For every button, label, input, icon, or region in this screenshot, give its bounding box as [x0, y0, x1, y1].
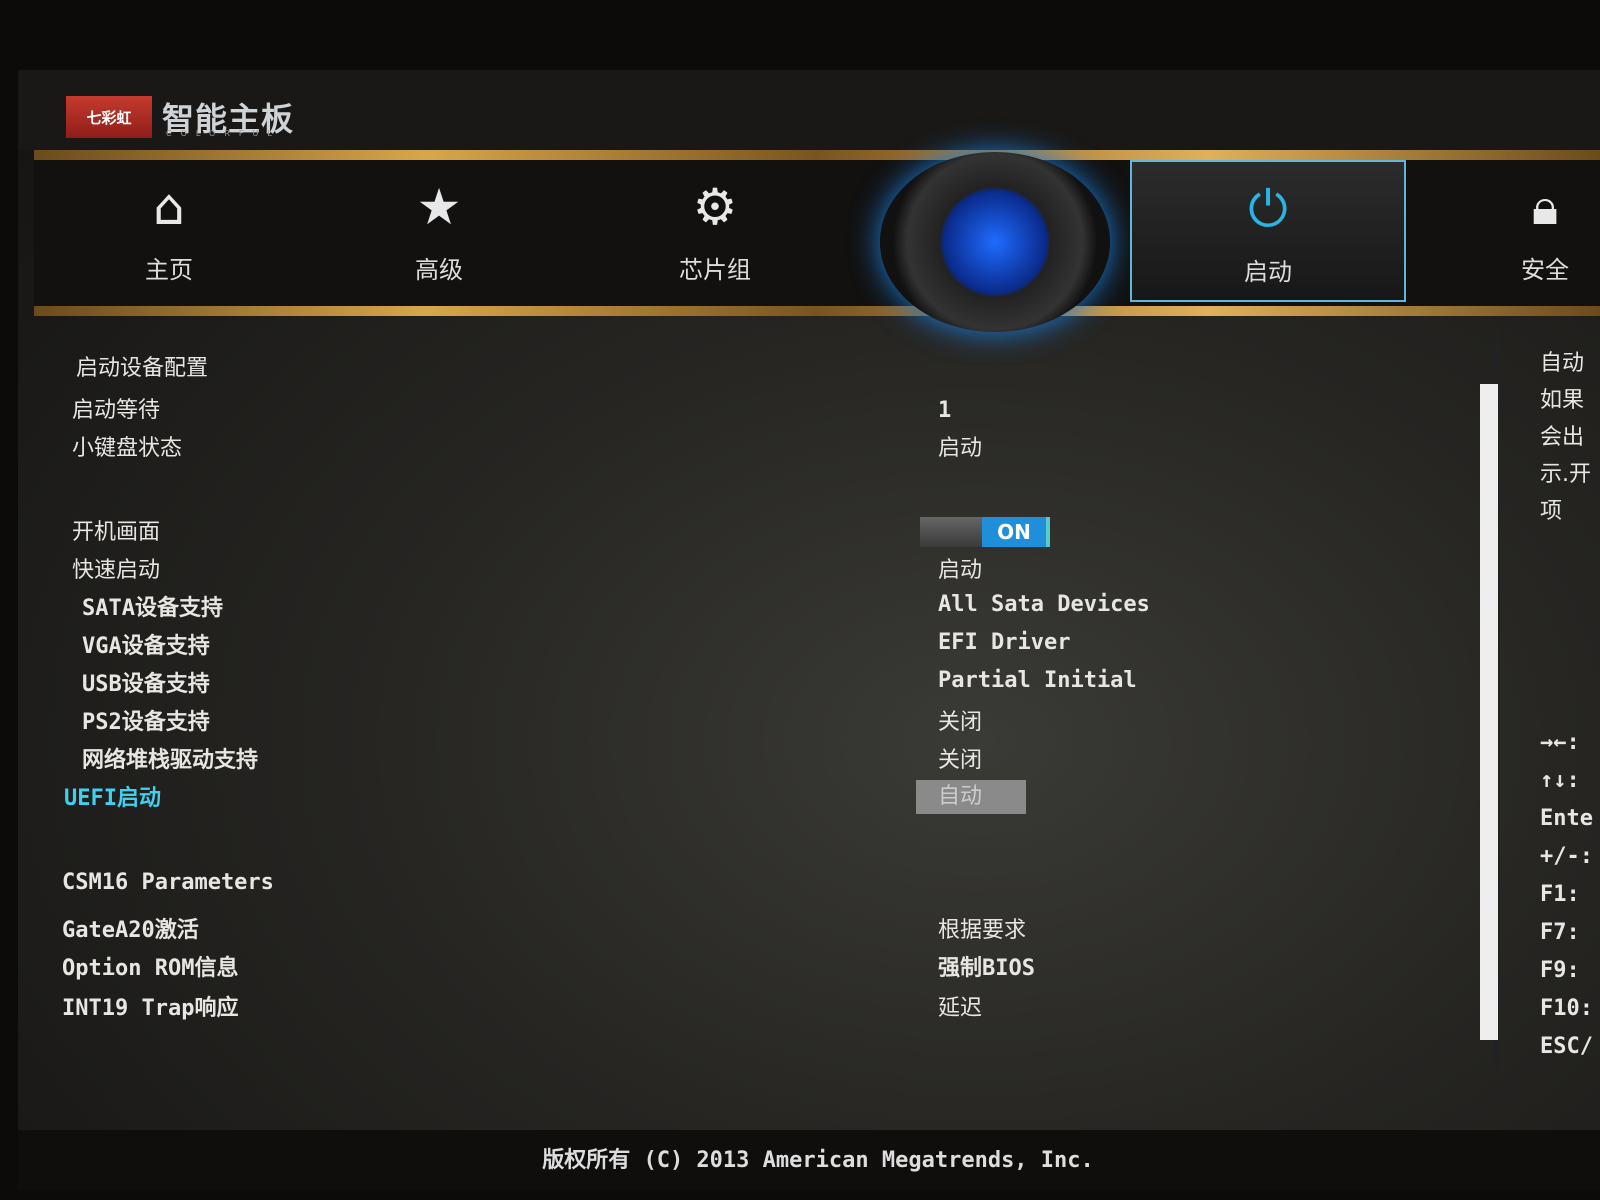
help-text: 自动: [1540, 351, 1585, 376]
vga-value[interactable]: EFI Driver: [938, 630, 1070, 655]
usb-label[interactable]: USB设备支持: [82, 666, 210, 698]
ps2-label[interactable]: PS2设备支持: [82, 704, 210, 736]
gold-divider-top: [34, 150, 1600, 160]
numlock-label[interactable]: 小键盘状态: [72, 430, 182, 462]
option-rom-value[interactable]: 强制BIOS: [938, 950, 1035, 982]
colorful-logo: 七彩虹: [66, 96, 152, 138]
fast-boot-value[interactable]: 启动: [938, 552, 982, 584]
uefi-boot-value[interactable]: 自动: [916, 780, 1026, 814]
brand-subtitle: COLORFUL: [166, 129, 281, 138]
network-stack-value[interactable]: 关闭: [938, 742, 982, 774]
boot-wait-value[interactable]: 1: [938, 398, 951, 423]
uefi-boot-label[interactable]: UEFI启动: [64, 780, 161, 812]
gear-icon: ⚙: [692, 178, 738, 236]
boot-logo-label[interactable]: 开机画面: [72, 514, 160, 546]
ps2-value[interactable]: 关闭: [938, 704, 982, 736]
key-hint: F10:: [1540, 996, 1593, 1021]
sata-label[interactable]: SATA设备支持: [82, 590, 223, 622]
help-text: 会出: [1540, 425, 1585, 450]
int19-value[interactable]: 延迟: [938, 990, 982, 1022]
fast-boot-label[interactable]: 快速启动: [72, 552, 160, 584]
power-icon: ⏻: [1248, 180, 1288, 238]
lock-icon: 🔒︎: [1531, 178, 1559, 236]
gatea20-value[interactable]: 根据要求: [938, 912, 1026, 944]
key-hint: F9:: [1540, 958, 1580, 983]
copyright-footer: 版权所有 (C) 2013 American Megatrends, Inc.: [18, 1130, 1600, 1190]
key-hint: +/-:: [1540, 844, 1593, 869]
scrollbar[interactable]: [1480, 384, 1498, 1040]
network-stack-label[interactable]: 网络堆栈驱动支持: [82, 742, 258, 774]
csm16-parameters-link[interactable]: CSM16 Parameters: [62, 870, 274, 895]
int19-label[interactable]: INT19 Trap响应: [62, 990, 238, 1022]
numlock-value[interactable]: 启动: [938, 430, 982, 462]
vga-label[interactable]: VGA设备支持: [82, 628, 210, 660]
help-text: 如果: [1540, 388, 1585, 413]
center-emblem: [880, 152, 1110, 332]
tab-chipset[interactable]: ⚙ 芯片组: [640, 160, 790, 302]
key-hint: Ente: [1540, 806, 1593, 831]
boot-wait-label[interactable]: 启动等待: [72, 392, 160, 424]
tab-advanced[interactable]: ★ 高级: [364, 160, 514, 302]
key-hint: F1:: [1540, 882, 1580, 907]
key-hint: →←:: [1540, 730, 1580, 755]
usb-value[interactable]: Partial Initial: [938, 668, 1137, 693]
key-hint: ↑↓:: [1540, 768, 1580, 793]
sata-value[interactable]: All Sata Devices: [938, 592, 1150, 617]
home-icon: ⌂: [153, 178, 185, 236]
gatea20-label[interactable]: GateA20激活: [62, 912, 199, 944]
tab-boot[interactable]: ⏻ 启动: [1130, 160, 1406, 302]
help-text: 项: [1540, 499, 1563, 524]
toggle-on-label: ON: [982, 517, 1050, 547]
key-hint: ESC/: [1540, 1034, 1593, 1059]
tab-security[interactable]: 🔒︎ 安全: [1470, 160, 1600, 302]
boot-logo-toggle[interactable]: ON: [920, 517, 1050, 547]
star-icon: ★: [416, 178, 462, 236]
section-header: 启动设备配置: [76, 356, 209, 381]
key-hint: F7:: [1540, 920, 1580, 945]
gold-divider-bottom: [34, 306, 1600, 316]
option-rom-label[interactable]: Option ROM信息: [62, 950, 238, 982]
tab-home[interactable]: ⌂ 主页: [94, 160, 244, 302]
help-text: 示.开: [1540, 462, 1591, 487]
